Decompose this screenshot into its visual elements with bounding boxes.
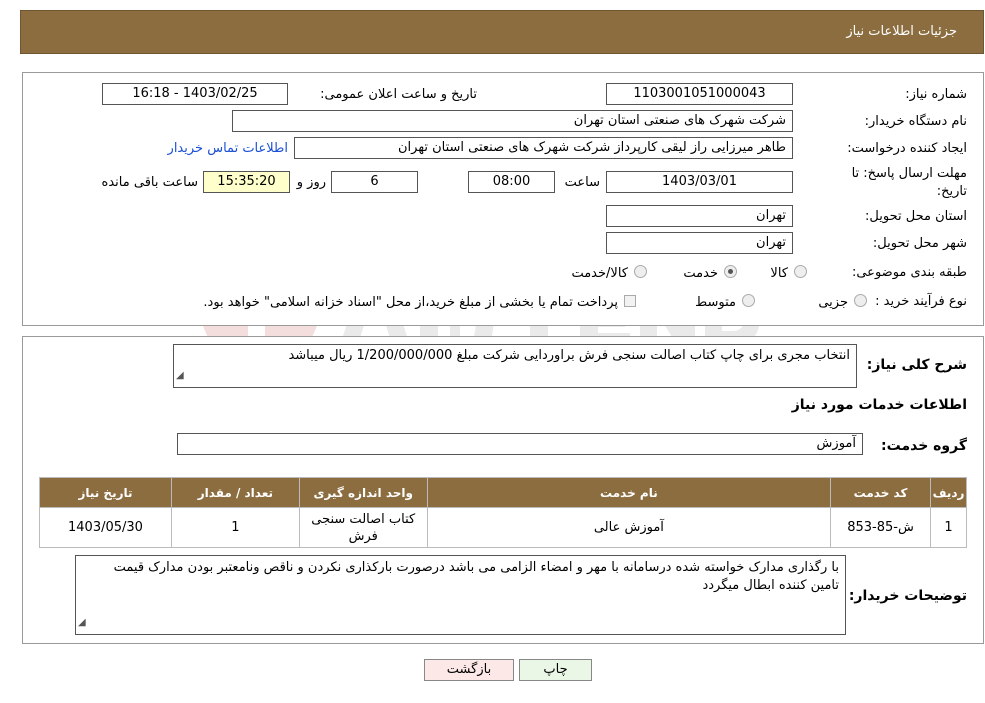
days-field[interactable]: 6 [331,171,418,193]
deadline-time-label: ساعت [564,175,600,190]
col-row: ردیف [930,477,967,508]
category-radio-goods-service[interactable] [634,265,647,278]
city-field[interactable]: تهران [606,232,793,254]
cell-unit: کتاب اصالت سنجی فرش [298,507,428,548]
print-button[interactable]: چاپ [519,659,592,681]
services-section-title: اطلاعات خدمات مورد نیاز [791,397,967,413]
services-table: ردیف کد خدمت نام خدمت واحد اندازه گیری ت… [39,477,967,548]
col-unit: واحد اندازه گیری [298,477,428,508]
process-radio-medium[interactable] [742,294,755,307]
remaining-time-field: 15:35:20 [203,171,290,193]
buyer-notes-textarea[interactable]: با رگذاری مدارک خواسته شده درسامانه با م… [75,555,846,635]
description-textarea[interactable]: انتخاب مجری برای چاپ کتاب اصالت سنجی فرش… [173,344,857,388]
resize-handle-icon[interactable]: ◢ [78,614,86,632]
city-label: شهر محل تحویل: [872,236,967,251]
category-option-service: خدمت [683,266,718,281]
remaining-time-label: ساعت باقی مانده [101,175,198,190]
process-option-medium: متوسط [695,295,736,310]
category-option-goods: کالا [770,266,788,281]
buyer-notes-label: توضیحات خریدار: [848,588,967,604]
process-label: نوع فرآیند خرید : [875,294,967,309]
page-title: جزئیات اطلاعات نیاز [846,24,957,39]
cell-row: 1 [930,507,967,548]
creator-field[interactable]: طاهر میرزایی راز لیقی کارپرداز شرکت شهرک… [294,137,793,159]
service-group-label: گروه خدمت: [881,438,967,454]
creator-label: ایجاد کننده درخواست: [847,141,967,156]
need-number-field[interactable]: 1103001051000043 [606,83,793,105]
buyer-notes-text: با رگذاری مدارک خواسته شده درسامانه با م… [113,560,839,593]
resize-handle-icon[interactable]: ◢ [176,367,184,385]
province-field[interactable]: تهران [606,205,793,227]
category-radio-goods[interactable] [794,265,807,278]
cell-service-code: ش-85-853 [830,507,932,548]
cell-quantity: 1 [170,507,300,548]
treasury-payment-note: پرداخت تمام یا بخشی از مبلغ خرید،از محل … [203,295,618,310]
category-label: طبقه بندی موضوعی: [851,265,967,280]
province-label: استان محل تحویل: [865,209,967,224]
service-group-field[interactable]: آموزش [177,433,863,455]
deadline-date-field[interactable]: 1403/03/01 [606,171,793,193]
category-option-goods-service: کالا/خدمت [571,266,628,281]
col-need-date: تاریخ نیاز [39,477,172,508]
deadline-label: مهلت ارسال پاسخ: تا [851,166,967,181]
announce-datetime-field[interactable]: 1403/02/25 - 16:18 [102,83,288,105]
category-radio-service[interactable] [724,265,737,278]
col-quantity: تعداد / مقدار [170,477,300,508]
cell-service-name: آموزش عالی [426,507,832,548]
buyer-org-label: نام دستگاه خریدار: [864,114,967,129]
cell-need-date: 1403/05/30 [39,507,172,548]
back-button[interactable]: بازگشت [424,659,514,681]
deadline-time-field[interactable]: 08:00 [468,171,555,193]
process-option-minor: جزیی [818,295,848,310]
process-radio-minor[interactable] [854,294,867,307]
col-service-name: نام خدمت [426,477,832,508]
col-service-code: کد خدمت [830,477,932,508]
need-number-label: شماره نیاز: [905,87,967,102]
announce-datetime-label: تاریخ و ساعت اعلان عمومی: [320,87,477,102]
buyer-contact-link[interactable]: اطلاعات تماس خریدار [158,141,288,156]
treasury-payment-checkbox[interactable] [624,295,636,307]
days-label: روز و [296,175,326,190]
description-label: شرح کلی نیاز: [866,357,967,373]
deadline-label-date: تاریخ: [936,184,967,199]
buyer-org-field[interactable]: شرکت شهرک های صنعتی استان تهران [232,110,793,132]
page-header: جزئیات اطلاعات نیاز [20,10,984,54]
table-row: 1 ش-85-853 آموزش عالی کتاب اصالت سنجی فر… [39,507,967,548]
table-header-row: ردیف کد خدمت نام خدمت واحد اندازه گیری ت… [39,477,967,508]
description-text: انتخاب مجری برای چاپ کتاب اصالت سنجی فرش… [288,348,850,363]
